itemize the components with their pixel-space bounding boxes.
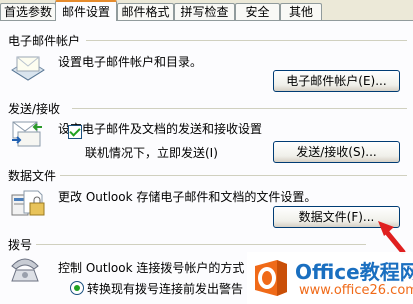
tab-mail-format[interactable]: 邮件格式 <box>117 3 174 20</box>
data-files-description: 更改 Outlook 存储电子邮件和文档的文件设置。 <box>58 190 317 204</box>
dialup-description: 控制 Outlook 连接拨号帐户的方式 <box>58 261 245 275</box>
send-receive-button[interactable]: 发送/接收(S)... <box>273 141 400 163</box>
tab-security[interactable]: 安全 <box>235 3 280 20</box>
section-divider <box>72 108 407 109</box>
warn-before-switching-label: 转换现有拨号连接前发出警告 <box>87 282 244 296</box>
tab-preferences[interactable]: 首选参数 <box>0 3 56 20</box>
tab-mail-setup[interactable]: 邮件设置 <box>55 0 117 21</box>
office-logo-icon <box>255 260 287 296</box>
section-title-dialup: 拨号 <box>8 238 33 252</box>
section-title-email-accounts: 电子邮件帐户 <box>8 34 81 48</box>
email-accounts-button[interactable]: 电子邮件帐户(E)... <box>273 70 400 92</box>
telephone-icon <box>11 258 39 282</box>
send-immediately-checkbox[interactable] <box>68 125 82 139</box>
email-accounts-icon <box>11 56 45 81</box>
send-receive-description: 设定电子邮件及文档的发送和接收设置 <box>58 122 263 136</box>
tab-bar: 首选参数 邮件设置 邮件格式 拼写检查 安全 其他 <box>0 0 413 21</box>
section-divider <box>36 244 366 245</box>
tab-other[interactable]: 其他 <box>280 3 322 20</box>
office26-watermark-logo: Office教程网 www.office26.com <box>247 252 413 304</box>
section-title-data-files: 数据文件 <box>8 169 57 183</box>
send-immediately-label: 联机情况下，立即发送(I) <box>85 146 218 160</box>
send-receive-icon <box>12 121 42 147</box>
section-divider <box>86 40 407 41</box>
red-arrow-annotation-icon <box>378 221 406 255</box>
email-accounts-description: 设置电子邮件帐户和目录。 <box>58 55 203 69</box>
tab-spelling[interactable]: 拼写检查 <box>174 3 235 20</box>
data-files-icon <box>11 190 45 216</box>
warn-before-switching-radio[interactable] <box>70 281 84 295</box>
watermark-brand-title: Office教程网 <box>295 260 413 284</box>
watermark-brand-url: www.office26.com <box>299 283 413 298</box>
section-divider <box>60 175 407 176</box>
section-title-send-receive: 发送/接收 <box>8 102 61 116</box>
